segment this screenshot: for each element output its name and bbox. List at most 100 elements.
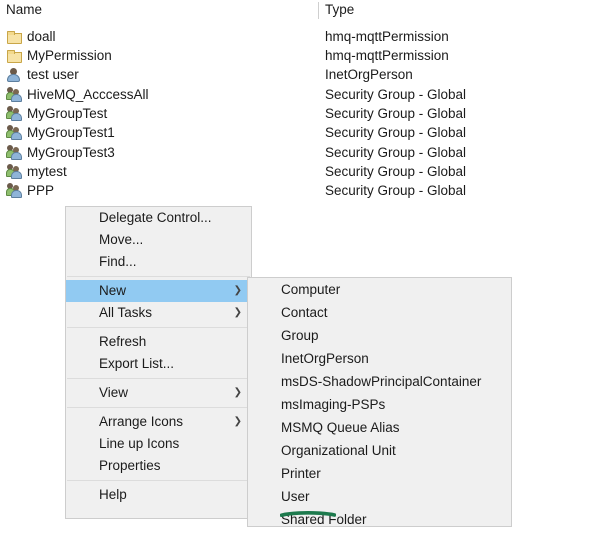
row-name-label: MyGroupTest — [27, 106, 108, 121]
menu-item-all-tasks[interactable]: All Tasks ❯ — [66, 302, 251, 324]
chevron-right-icon: ❯ — [233, 416, 242, 427]
submenu-item-label: msImaging-PSPs — [281, 397, 386, 412]
menu-item-new[interactable]: New ❯ — [66, 280, 251, 302]
menu-separator — [67, 327, 250, 328]
submenu-item-shared-folder[interactable]: Shared Folder — [248, 508, 511, 531]
row-type-cell: Security Group - Global — [325, 145, 467, 160]
menu-item-label: All Tasks — [99, 305, 153, 320]
table-row[interactable]: mytest Security Group - Global — [0, 162, 593, 181]
row-name-cell: MyGroupTest — [6, 104, 107, 123]
row-type-cell: Security Group - Global — [325, 164, 467, 179]
submenu-item-msmq-queue-alias[interactable]: MSMQ Queue Alias — [248, 416, 511, 439]
menu-separator — [67, 480, 250, 481]
group-icon — [6, 86, 22, 103]
menu-item-arrange-icons[interactable]: Arrange Icons ❯ — [66, 411, 251, 433]
table-row[interactable]: MyGroupTest Security Group - Global — [0, 104, 593, 123]
file-list: Name Type doall hmq-mqttPermission MyPermi… — [0, 0, 593, 200]
new-submenu[interactable]: Computer Contact Group InetOrgPerson msDS-Sh… — [247, 277, 512, 527]
menu-item-label: New — [99, 283, 127, 298]
row-name-label: test user — [27, 67, 79, 82]
menu-item-find[interactable]: Find... — [66, 251, 251, 273]
table-row[interactable]: MyPermission hmq-mqttPermission — [0, 46, 593, 65]
row-name-cell: mytest — [6, 162, 67, 181]
column-divider — [318, 2, 319, 19]
row-type-cell: Security Group - Global — [325, 183, 467, 198]
submenu-item-label: Printer — [281, 466, 321, 481]
chevron-right-icon: ❯ — [233, 387, 242, 398]
table-row[interactable]: test user InetOrgPerson — [0, 65, 593, 84]
row-type-cell: Security Group - Global — [325, 106, 467, 121]
submenu-item-inetorgperson[interactable]: InetOrgPerson — [248, 347, 511, 370]
submenu-item-label: Group — [281, 328, 319, 343]
menu-item-delegate-control[interactable]: Delegate Control... — [66, 207, 251, 229]
submenu-item-label: MSMQ Queue Alias — [281, 420, 400, 435]
menu-item-view[interactable]: View ❯ — [66, 382, 251, 404]
menu-item-label: Help — [99, 487, 127, 502]
menu-item-properties[interactable]: Properties — [66, 455, 251, 477]
row-type-cell: hmq-mqttPermission — [325, 48, 449, 63]
menu-item-refresh[interactable]: Refresh — [66, 331, 251, 353]
table-row[interactable]: HiveMQ_AcccessAll Security Group - Global — [0, 85, 593, 104]
submenu-item-contact[interactable]: Contact — [248, 301, 511, 324]
row-name-label: mytest — [27, 164, 67, 179]
row-type-cell: hmq-mqttPermission — [325, 29, 449, 44]
submenu-item-msimaging-psps[interactable]: msImaging-PSPs — [248, 393, 511, 416]
row-type-cell: Security Group - Global — [325, 87, 467, 102]
table-row[interactable]: MyGroupTest3 Security Group - Global — [0, 143, 593, 162]
menu-item-move[interactable]: Move... — [66, 229, 251, 251]
submenu-item-label: InetOrgPerson — [281, 351, 369, 366]
group-icon — [6, 124, 22, 141]
row-name-cell: doall — [6, 27, 56, 46]
menu-item-help[interactable]: Help — [66, 484, 251, 506]
table-row[interactable]: MyGroupTest1 Security Group - Global — [0, 123, 593, 142]
menu-separator — [67, 407, 250, 408]
chevron-right-icon: ❯ — [233, 307, 242, 318]
row-name-label: MyPermission — [27, 48, 112, 63]
group-icon — [6, 105, 22, 122]
submenu-item-label: Organizational Unit — [281, 443, 396, 458]
menu-item-label: View — [99, 385, 129, 400]
row-name-cell: test user — [6, 65, 79, 84]
group-icon — [6, 163, 22, 180]
menu-item-label: Refresh — [99, 334, 147, 349]
row-name-cell: MyGroupTest1 — [6, 123, 115, 142]
menu-separator — [67, 276, 250, 277]
user-icon — [6, 67, 22, 83]
row-name-label: PPP — [27, 183, 55, 198]
menu-item-export-list[interactable]: Export List... — [66, 353, 251, 375]
submenu-item-label: User — [281, 489, 310, 504]
menu-item-label: Export List... — [99, 356, 175, 371]
row-name-cell: PPP — [6, 181, 54, 200]
row-type-cell: Security Group - Global — [325, 125, 467, 140]
row-name-label: MyGroupTest3 — [27, 145, 115, 160]
submenu-item-label: Computer — [281, 282, 341, 297]
menu-item-label: Properties — [99, 458, 161, 473]
submenu-item-organizational-unit[interactable]: Organizational Unit — [248, 439, 511, 462]
submenu-item-computer[interactable]: Computer — [248, 278, 511, 301]
menu-item-label: Move... — [99, 232, 144, 247]
group-icon — [6, 182, 22, 199]
submenu-item-msds-shadowprincipalcontainer[interactable]: msDS-ShadowPrincipalContainer — [248, 370, 511, 393]
submenu-item-group[interactable]: Group — [248, 324, 511, 347]
row-name-cell: MyPermission — [6, 46, 112, 65]
submenu-item-label: msDS-ShadowPrincipalContainer — [281, 374, 482, 389]
table-row[interactable]: PPP Security Group - Global — [0, 181, 593, 200]
folder-icon — [6, 48, 22, 64]
row-name-cell: HiveMQ_AcccessAll — [6, 85, 149, 104]
submenu-item-printer[interactable]: Printer — [248, 462, 511, 485]
menu-item-label: Find... — [99, 254, 137, 269]
menu-item-line-up-icons[interactable]: Line up Icons — [66, 433, 251, 455]
table-row[interactable]: doall hmq-mqttPermission — [0, 27, 593, 46]
submenu-item-label: Contact — [281, 305, 328, 320]
menu-separator — [67, 378, 250, 379]
column-header-name[interactable]: Name — [6, 0, 42, 19]
submenu-item-label: Shared Folder — [281, 512, 367, 527]
row-name-label: MyGroupTest1 — [27, 125, 115, 140]
menu-item-label: Arrange Icons — [99, 414, 184, 429]
folder-icon — [6, 29, 22, 45]
row-name-label: doall — [27, 29, 56, 44]
submenu-item-user[interactable]: User — [248, 485, 511, 517]
chevron-right-icon: ❯ — [233, 285, 242, 296]
context-menu[interactable]: Delegate Control... Move... Find... New ❯ All… — [65, 206, 252, 519]
column-header-type[interactable]: Type — [325, 0, 354, 19]
